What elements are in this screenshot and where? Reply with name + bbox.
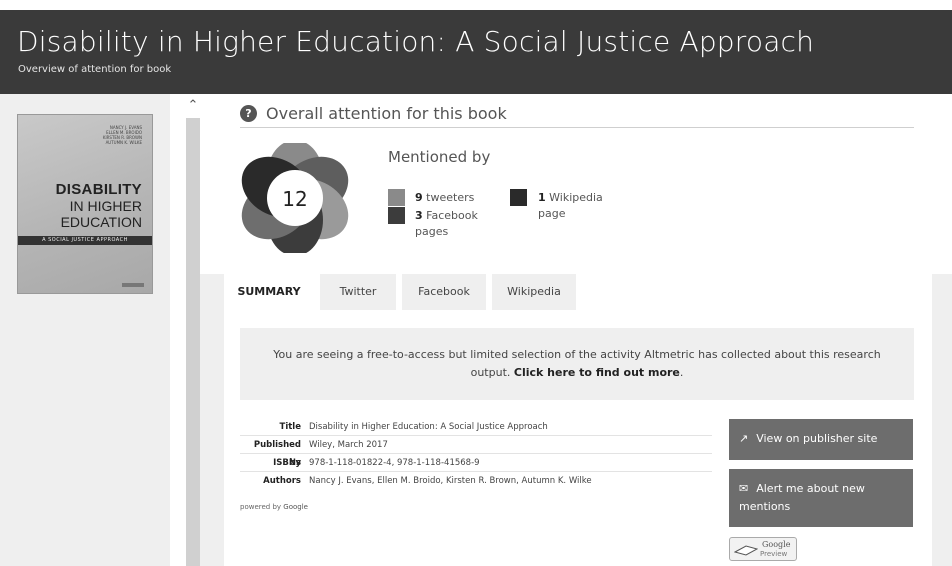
question-icon[interactable]: ? xyxy=(240,105,257,122)
altmetric-score: 12 xyxy=(282,187,307,211)
page-subtitle: Overview of attention for book xyxy=(18,64,172,75)
scrollbar[interactable] xyxy=(186,118,200,566)
facebook-swatch xyxy=(388,207,405,224)
cover-publisher-mark xyxy=(122,283,144,287)
cover-title-line2: IN HIGHER xyxy=(69,198,142,214)
tab-facebook[interactable]: Facebook xyxy=(402,274,486,310)
table-row: Title Disability in Higher Education: A … xyxy=(240,418,712,436)
left-sidebar: NANCY J. EVANS ELLEN M. BROIDO KIRSTEN R… xyxy=(0,94,170,566)
powered-by-google: powered by Google xyxy=(240,503,308,511)
book-metadata-table: Title Disability in Higher Education: A … xyxy=(240,418,712,490)
google-preview-button[interactable]: Google Preview xyxy=(729,537,797,561)
tab-wikipedia[interactable]: Wikipedia xyxy=(492,274,576,310)
content-right-gutter xyxy=(932,274,952,566)
content-gutter xyxy=(200,274,224,566)
mentioned-by-heading: Mentioned by xyxy=(388,148,491,166)
book-cover-image: NANCY J. EVANS ELLEN M. BROIDO KIRSTEN R… xyxy=(17,114,153,294)
overall-attention-title: Overall attention for this book xyxy=(266,104,507,123)
page-header: Disability in Higher Education: A Social… xyxy=(0,10,952,94)
legend-tweeters[interactable]: 9 tweeters xyxy=(415,190,474,206)
view-on-publisher-button[interactable]: ↗ View on publisher site xyxy=(729,419,913,460)
book-icon xyxy=(734,545,758,556)
alert-new-mentions-button[interactable]: ✉ Alert me about new mentions xyxy=(729,469,913,527)
external-link-icon: ↗ xyxy=(739,432,749,445)
tab-twitter[interactable]: Twitter xyxy=(320,274,396,310)
cover-subtitle-band: A SOCIAL JUSTICE APPROACH xyxy=(18,236,152,245)
tab-summary[interactable]: SUMMARY xyxy=(224,274,314,310)
cover-authors: NANCY J. EVANS ELLEN M. BROIDO KIRSTEN R… xyxy=(102,125,142,145)
cover-title-line3: EDUCATION xyxy=(60,214,142,230)
tweeters-swatch xyxy=(388,189,405,206)
legend-facebook[interactable]: 3 Facebook pages xyxy=(415,208,485,240)
overall-attention-header: ? Overall attention for this book xyxy=(240,104,914,128)
wikipedia-swatch xyxy=(510,189,527,206)
page-title: Disability in Higher Education: A Social… xyxy=(17,25,815,58)
altmetric-donut[interactable]: 12 xyxy=(240,143,350,253)
find-out-more-link[interactable]: Click here to find out more xyxy=(514,366,680,379)
table-row: ISBNs 978-1-118-01822-4, 978-1-118-41568… xyxy=(240,454,712,472)
limited-access-notice: You are seeing a free-to-access but limi… xyxy=(240,328,914,400)
legend-wikipedia[interactable]: 1 Wikipedia page xyxy=(538,190,604,222)
scroll-up-chevron-icon[interactable]: ⌃ xyxy=(186,98,200,114)
table-row: Published by Wiley, March 2017 xyxy=(240,436,712,468)
envelope-icon: ✉ xyxy=(739,482,749,495)
cover-title-line1: DISABILITY xyxy=(55,181,142,198)
table-row: Authors Nancy J. Evans, Ellen M. Broido,… xyxy=(263,476,592,486)
